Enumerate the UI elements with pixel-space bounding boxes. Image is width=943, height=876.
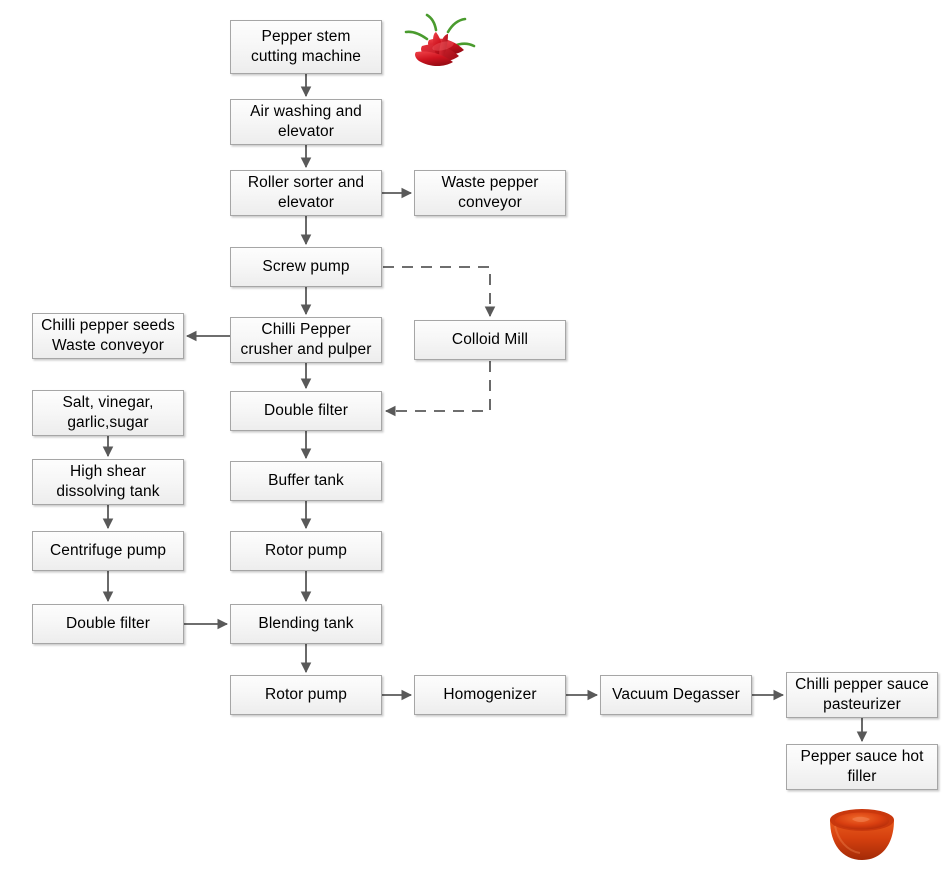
node-blending-tank[interactable]: Blending tank	[230, 604, 382, 644]
node-screw-pump[interactable]: Screw pump	[230, 247, 382, 287]
node-salt-vinegar-garlic-sugar[interactable]: Salt, vinegar, garlic,sugar	[32, 390, 184, 436]
node-double-filter-main[interactable]: Double filter	[230, 391, 382, 431]
node-colloid-mill[interactable]: Colloid Mill	[414, 320, 566, 360]
node-label: Screw pump	[262, 258, 350, 276]
node-label: Chilli pepper seeds Waste conveyor	[41, 317, 175, 354]
node-label: Colloid Mill	[451, 331, 529, 349]
node-label: Blending tank	[258, 615, 354, 633]
node-vacuum-degasser[interactable]: Vacuum Degasser	[600, 675, 752, 715]
node-high-shear-dissolving-tank[interactable]: High shear dissolving tank	[32, 459, 184, 505]
node-label: Roller sorter and elevator	[247, 174, 365, 211]
node-label: Rotor pump	[265, 542, 347, 560]
dashed-colloidmill-to-doublefilter	[384, 361, 491, 417]
node-label: Waste pepper conveyor	[441, 174, 539, 211]
node-rotor-pump-lower[interactable]: Rotor pump	[230, 675, 382, 715]
node-buffer-tank[interactable]: Buffer tank	[230, 461, 382, 501]
node-homogenizer[interactable]: Homogenizer	[414, 675, 566, 715]
node-label: Buffer tank	[268, 472, 344, 490]
node-label: Air washing and elevator	[250, 103, 362, 140]
node-label: Homogenizer	[443, 686, 537, 704]
node-label: Pepper sauce hot filler	[800, 748, 924, 785]
chili-sauce-bowl-photo	[830, 809, 894, 860]
node-label: Centrifuge pump	[49, 542, 167, 560]
node-label: Vacuum Degasser	[612, 686, 740, 704]
node-chilli-pepper-sauce-pasteurizer[interactable]: Chilli pepper sauce pasteurizer	[786, 672, 938, 718]
node-label: Chilli Pepper crusher and pulper	[240, 321, 372, 358]
node-label: Salt, vinegar, garlic,sugar	[62, 394, 154, 431]
node-double-filter-secondary[interactable]: Double filter	[32, 604, 184, 644]
node-label: High shear dissolving tank	[56, 463, 160, 500]
dashed-screwpump-to-colloidmill	[383, 266, 496, 318]
node-pepper-stem-cutting-machine[interactable]: Pepper stem cutting machine	[230, 20, 382, 74]
node-roller-sorter-and-elevator[interactable]: Roller sorter and elevator	[230, 170, 382, 216]
node-pepper-sauce-hot-filler[interactable]: Pepper sauce hot filler	[786, 744, 938, 790]
node-label: Pepper stem cutting machine	[250, 28, 362, 65]
flowchart-canvas: Pepper stem cutting machine Air washing …	[0, 0, 943, 876]
node-chilli-pepper-seeds-waste-conveyor[interactable]: Chilli pepper seeds Waste conveyor	[32, 313, 184, 359]
node-label: Double filter	[65, 615, 150, 633]
node-centrifuge-pump[interactable]: Centrifuge pump	[32, 531, 184, 571]
node-chilli-pepper-crusher-and-pulper[interactable]: Chilli Pepper crusher and pulper	[230, 317, 382, 363]
node-waste-pepper-conveyor[interactable]: Waste pepper conveyor	[414, 170, 566, 216]
node-air-washing-and-elevator[interactable]: Air washing and elevator	[230, 99, 382, 145]
node-rotor-pump-upper[interactable]: Rotor pump	[230, 531, 382, 571]
node-label: Chilli pepper sauce pasteurizer	[795, 676, 929, 713]
node-label: Rotor pump	[265, 686, 347, 704]
red-chili-peppers-photo	[404, 13, 476, 67]
node-label: Double filter	[263, 402, 348, 420]
